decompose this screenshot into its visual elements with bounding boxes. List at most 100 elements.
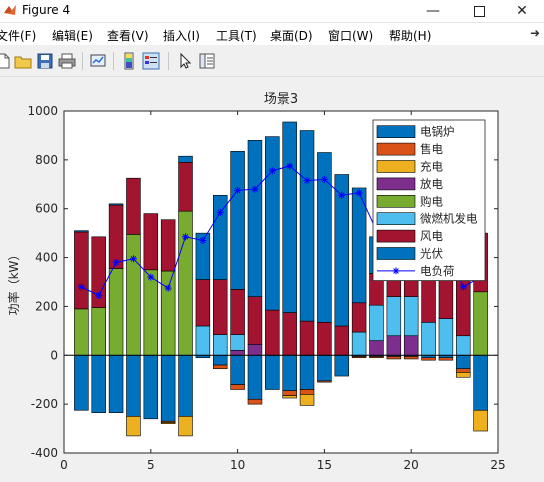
bar-segment xyxy=(143,354,159,420)
bar-segment xyxy=(247,296,263,345)
bar-segment xyxy=(299,394,315,406)
bar-segment xyxy=(473,409,488,432)
menu-help[interactable]: 帮助(H) xyxy=(389,27,431,44)
bar-segment xyxy=(334,354,350,377)
bar-segment xyxy=(108,354,124,413)
bar-segment xyxy=(421,357,436,361)
bar-segment xyxy=(265,354,280,390)
legend-swatch xyxy=(376,160,416,173)
maximize-button[interactable] xyxy=(456,0,502,22)
bar-segment xyxy=(212,194,228,280)
bar-segment xyxy=(369,340,384,356)
bar-segment xyxy=(282,312,297,356)
bar-segment xyxy=(160,219,176,272)
bar-segment xyxy=(438,357,454,361)
menu-insert[interactable]: 插入(I) xyxy=(163,27,200,44)
x-tick-label: 5 xyxy=(147,458,155,472)
menu-edit[interactable]: 编辑(E) xyxy=(52,27,93,44)
toolbar-separator xyxy=(168,52,169,70)
menu-file[interactable]: 文件(F) xyxy=(0,27,36,44)
property-inspector-icon[interactable] xyxy=(198,52,216,70)
bar-segment xyxy=(282,354,297,392)
bar-segment xyxy=(351,187,367,304)
bar-segment xyxy=(230,350,245,356)
bar-segment xyxy=(126,416,141,437)
legend-swatch xyxy=(376,195,416,208)
bar-segment xyxy=(91,354,106,413)
y-tick-label: -400 xyxy=(31,446,58,460)
bar-segment xyxy=(126,354,141,417)
y-tick-label: -200 xyxy=(31,397,58,411)
bar-segment xyxy=(195,279,211,327)
y-tick-label: 1000 xyxy=(27,104,58,118)
bar-segment xyxy=(421,322,436,356)
bar-segment xyxy=(473,291,488,356)
menu-overflow-arrow-icon[interactable]: ➜ xyxy=(530,26,540,40)
bar-segment xyxy=(282,395,297,399)
legend-label: 购电 xyxy=(420,194,443,208)
x-tick-label: 25 xyxy=(490,458,505,472)
bar-segment xyxy=(456,335,471,356)
close-icon: ✕ xyxy=(516,3,528,19)
bar-segment xyxy=(143,269,159,356)
y-tick-label: 800 xyxy=(35,153,58,167)
bar-segment xyxy=(282,390,297,396)
bar-segment xyxy=(265,136,280,311)
x-tick-label: 15 xyxy=(317,458,332,472)
bar-segment xyxy=(212,334,228,356)
bar-segment xyxy=(299,354,315,390)
bar-segment xyxy=(247,354,263,400)
legend-label: 放电 xyxy=(420,177,443,191)
bar-segment xyxy=(230,354,245,385)
bar-segment xyxy=(212,364,228,370)
bar-segment xyxy=(282,121,297,313)
bar-segment xyxy=(74,230,89,233)
minimize-icon: — xyxy=(426,3,440,19)
open-folder-icon[interactable] xyxy=(14,52,32,70)
bar-segment xyxy=(386,356,402,360)
legend-swatch xyxy=(376,125,416,139)
colorbar-icon[interactable] xyxy=(120,52,138,70)
bar-chart[interactable]: 0 5 10 15 20 25-400-20002004006008001000 场景3 … xyxy=(0,77,544,478)
toolbar-separator xyxy=(82,52,83,70)
menu-desktop[interactable]: 桌面(D) xyxy=(270,27,313,44)
save-icon[interactable] xyxy=(36,52,54,70)
bar-segment xyxy=(143,213,159,271)
x-tick-label: 10 xyxy=(230,458,245,472)
legend-swatch xyxy=(376,247,416,260)
bar-segment xyxy=(212,354,228,366)
bar-segment xyxy=(247,343,263,356)
menu-view[interactable]: 查看(V) xyxy=(107,27,149,44)
bar-segment xyxy=(369,356,384,359)
legend-label: 电锅炉 xyxy=(420,125,455,139)
bar-segment xyxy=(299,389,315,395)
bar-segment xyxy=(456,368,471,373)
bar-segment xyxy=(230,289,245,335)
bar-segment xyxy=(317,354,332,382)
link-plot-icon[interactable] xyxy=(89,52,107,70)
legend[interactable]: 电锅炉售电充电放电购电微燃机发电风电光伏电负荷 xyxy=(372,119,486,282)
new-file-icon[interactable] xyxy=(0,52,12,70)
bar-segment xyxy=(265,309,280,356)
minimize-button[interactable]: — xyxy=(410,0,456,22)
close-button[interactable]: ✕ xyxy=(500,0,544,22)
menu-tools[interactable]: 工具(T) xyxy=(216,27,257,44)
bar-segment xyxy=(178,210,193,356)
legend-label: 售电 xyxy=(420,142,443,156)
legend-label: 电负荷 xyxy=(420,264,455,278)
legend-icon[interactable] xyxy=(142,52,160,70)
pointer-icon[interactable] xyxy=(176,52,194,70)
bar-segment xyxy=(108,268,124,356)
bar-segment xyxy=(351,302,367,333)
bar-segment xyxy=(438,318,454,356)
bar-segment xyxy=(351,356,367,359)
menu-window[interactable]: 窗口(W) xyxy=(328,27,373,44)
legend-swatch xyxy=(376,177,416,191)
print-icon[interactable] xyxy=(58,52,76,70)
bar-segment xyxy=(369,304,384,341)
legend-swatch xyxy=(376,142,416,156)
figure-canvas: 0 5 10 15 20 25 -400 -200 0 200 400 600 800 1000 场景3 … xyxy=(0,77,544,478)
legend-label: 光伏 xyxy=(420,247,443,261)
bar-segment xyxy=(74,308,89,356)
bar-segment xyxy=(334,325,350,356)
